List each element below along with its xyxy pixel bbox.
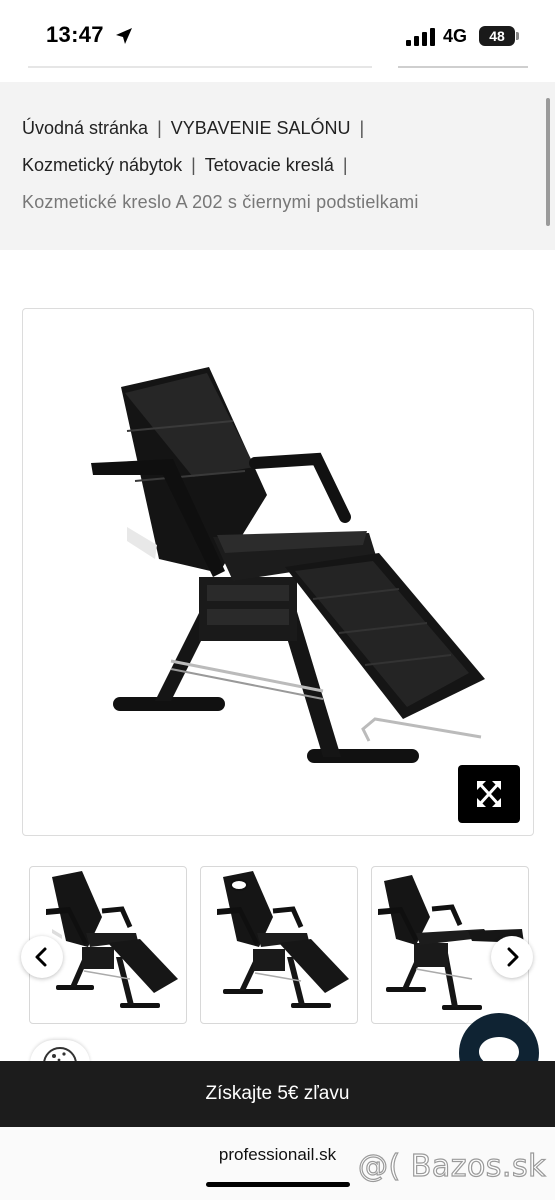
breadcrumb-home-link[interactable]: Úvodná stránka bbox=[22, 118, 148, 138]
product-chair-image bbox=[91, 367, 485, 763]
thumbnails-prev-button[interactable] bbox=[21, 936, 63, 978]
scrollbar[interactable] bbox=[546, 98, 550, 226]
breadcrumb-separator: | bbox=[359, 118, 365, 138]
home-indicator[interactable] bbox=[206, 1182, 350, 1187]
header-divider bbox=[28, 66, 372, 68]
battery-icon: 48 bbox=[479, 26, 515, 46]
chevron-right-icon bbox=[507, 947, 519, 967]
breadcrumb-tattoo-chairs-link[interactable]: Tetovacie kreslá bbox=[205, 155, 334, 175]
bazos-watermark: @( Bazos.sk bbox=[357, 1148, 546, 1184]
breadcrumb-current-page: Kozmetické kreslo A 202 s čiernymi podst… bbox=[22, 192, 419, 212]
header-divider-right bbox=[398, 66, 528, 68]
breadcrumb: Úvodná stránka | VYBAVENIE SALÓNU | Kozmeti… bbox=[0, 82, 555, 250]
breadcrumb-separator: | bbox=[191, 155, 196, 175]
thumbnail-chair-image bbox=[217, 871, 349, 1008]
fullscreen-button[interactable] bbox=[458, 765, 520, 823]
signal-icon bbox=[406, 28, 435, 46]
location-arrow-icon bbox=[116, 28, 132, 44]
breadcrumb-row-1: Úvodná stránka | VYBAVENIE SALÓNU | bbox=[22, 118, 373, 139]
breadcrumb-separator: | bbox=[157, 118, 162, 138]
breadcrumb-row-2: Kozmetický nábytok | Tetovacie kreslá | bbox=[22, 155, 357, 176]
discount-promo-bar[interactable]: Získajte 5€ zľavu bbox=[0, 1061, 555, 1127]
battery-tip bbox=[516, 32, 519, 40]
breadcrumb-separator: | bbox=[342, 155, 348, 175]
thumbnail-2[interactable] bbox=[200, 866, 358, 1024]
status-bar: 13:47 4G 48 bbox=[0, 0, 555, 70]
breadcrumb-salon-equipment-link[interactable]: VYBAVENIE SALÓNU bbox=[171, 118, 351, 138]
product-main-image[interactable] bbox=[22, 308, 534, 836]
expand-icon bbox=[477, 781, 501, 807]
breadcrumb-cosmetic-furniture-link[interactable]: Kozmetický nábytok bbox=[22, 155, 182, 175]
network-type: 4G bbox=[443, 26, 468, 46]
status-time: 13:47 bbox=[46, 22, 104, 47]
thumbnails-next-button[interactable] bbox=[491, 936, 533, 978]
chevron-left-icon bbox=[35, 947, 47, 967]
